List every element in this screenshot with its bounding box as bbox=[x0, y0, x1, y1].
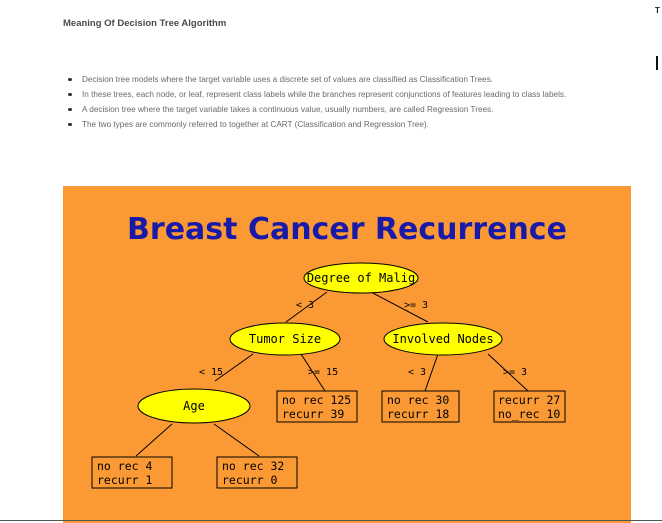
edge-label-root-right: >= 3 bbox=[404, 300, 428, 311]
bullet-item: The two types are commonly referred to t… bbox=[63, 117, 623, 132]
node-label-involved-nodes: Involved Nodes bbox=[392, 332, 493, 346]
leaf-text: recurr 27 bbox=[498, 393, 560, 407]
leaf-text: recurr 18 bbox=[387, 407, 449, 421]
edge-label-involved-right: >= 3 bbox=[503, 367, 527, 378]
article-heading: Meaning Of Decision Tree Algorithm bbox=[63, 18, 227, 29]
leaf-text: no rec 4 bbox=[97, 459, 152, 473]
leaf-text: recurr 1 bbox=[97, 473, 152, 487]
edge-age-left bbox=[135, 423, 173, 457]
edge-label-root-left: < 3 bbox=[296, 300, 314, 311]
edge-label-involved-left: < 3 bbox=[408, 367, 426, 378]
leaf-text: no rec 32 bbox=[222, 459, 284, 473]
bullet-list: Decision tree models where the target va… bbox=[63, 72, 623, 132]
leaf-text: no rec 30 bbox=[387, 393, 449, 407]
leaf-text: no rec 125 bbox=[282, 393, 351, 407]
slide-title: Breast Cancer Recurrence bbox=[127, 212, 567, 247]
bullet-item: Decision tree models where the target va… bbox=[63, 72, 623, 87]
node-label-age: Age bbox=[183, 399, 205, 413]
edge-label-tumor-left: < 15 bbox=[199, 367, 223, 378]
corner-mark: T bbox=[655, 6, 660, 15]
leaf-text: recurr 39 bbox=[282, 407, 344, 421]
leaf-text: no_rec 10 bbox=[498, 407, 560, 421]
node-label-tumor-size: Tumor Size bbox=[249, 332, 321, 346]
edge-age-right bbox=[213, 423, 260, 457]
node-label-degree-of-malig: Degree of Malig bbox=[307, 271, 415, 285]
bottom-divider bbox=[0, 520, 662, 521]
text-cursor bbox=[656, 56, 658, 70]
decision-tree-diagram: Breast Cancer Recurrence < 3 >= 3 < 15 >… bbox=[91, 212, 567, 489]
bullet-item: A decision tree where the target variabl… bbox=[63, 102, 623, 117]
decision-tree-slide: Breast Cancer Recurrence < 3 >= 3 < 15 >… bbox=[63, 186, 631, 523]
leaf-text: recurr 0 bbox=[222, 473, 277, 487]
edge-label-tumor-right: >= 15 bbox=[308, 367, 338, 378]
edge-involved-left bbox=[424, 353, 439, 392]
bullet-item: In these trees, each node, or leaf, repr… bbox=[63, 87, 623, 102]
